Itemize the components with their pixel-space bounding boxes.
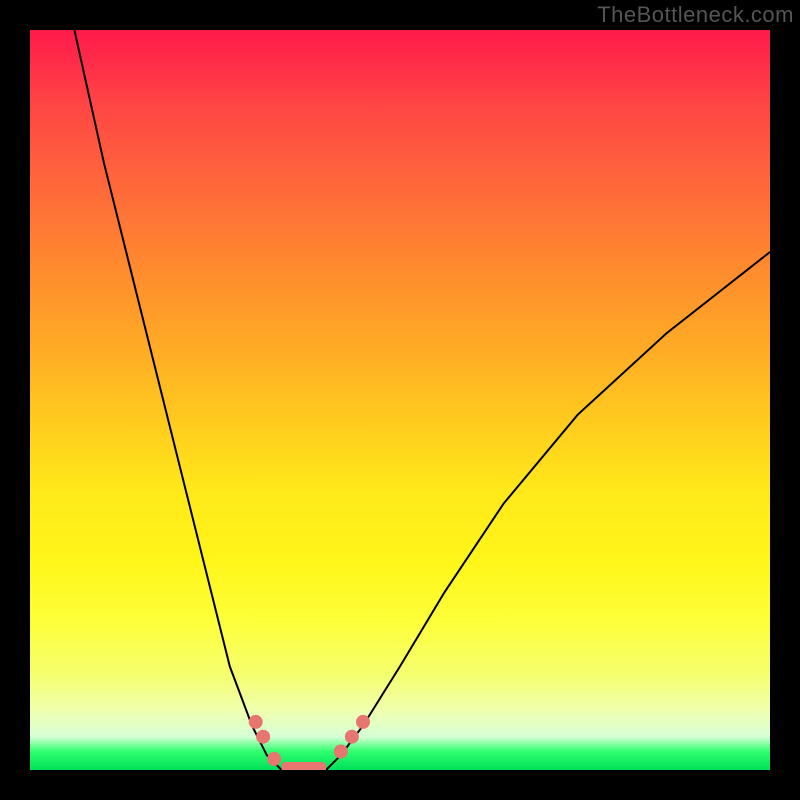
marker-dot xyxy=(267,752,281,766)
marker-dot xyxy=(345,730,359,744)
valley-band xyxy=(282,762,326,770)
chart-plot-area xyxy=(30,30,770,770)
marker-dot xyxy=(356,715,370,729)
left-curve xyxy=(74,30,281,770)
marker-dot xyxy=(256,730,270,744)
watermark-text: TheBottleneck.com xyxy=(597,2,794,28)
marker-dot xyxy=(249,715,263,729)
markers-group xyxy=(249,715,370,766)
marker-dot xyxy=(334,745,348,759)
right-curve xyxy=(326,252,770,770)
chart-svg xyxy=(30,30,770,770)
